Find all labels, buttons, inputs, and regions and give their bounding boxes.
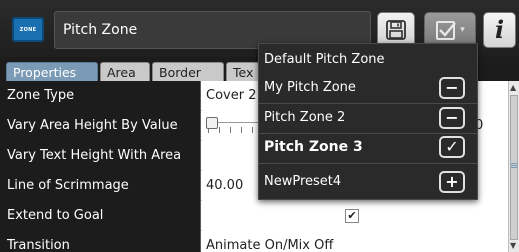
property-row-transition: Transition Animate On/Mix Off (0, 231, 508, 252)
property-label: Zone Type (0, 81, 201, 111)
remove-preset-button[interactable]: − (439, 77, 465, 99)
presets-dropdown: Default Pitch Zone My Pitch Zone − Pitch… (258, 43, 478, 200)
property-label: Vary Area Height By Value (0, 111, 201, 141)
scroll-thumb[interactable] (510, 95, 518, 240)
tab-border[interactable]: Border (152, 62, 224, 81)
preset-label: NewPreset4 (264, 174, 342, 189)
preset-label: My Pitch Zone (264, 80, 356, 95)
scroll-up-icon[interactable]: ▲ (510, 83, 516, 92)
page-title: Pitch Zone (63, 22, 138, 38)
pitch-zone-window: ZONE Pitch Zone ▾ i Properties Area Bord… (0, 0, 519, 252)
tab-text[interactable]: Tex (226, 62, 260, 81)
info-button[interactable]: i (483, 12, 516, 48)
chevron-down-icon: ▾ (460, 25, 465, 35)
slider-thumb[interactable] (206, 117, 218, 129)
preset-label: Pitch Zone 3 (264, 139, 363, 155)
extend-to-goal-checkbox[interactable]: ✔ (345, 209, 359, 223)
property-label: Line of Scrimmage (0, 171, 201, 201)
property-label: Extend to Goal (0, 201, 201, 231)
property-row-extend-to-goal: Extend to Goal ✔ (0, 201, 508, 231)
tab-area[interactable]: Area (100, 62, 150, 81)
scroll-grip-icon (511, 162, 517, 168)
add-preset-button[interactable]: + (439, 171, 465, 193)
save-floppy-icon (386, 20, 406, 40)
remove-preset-button[interactable]: − (439, 107, 465, 129)
zone-icon-label: ZONE (19, 26, 37, 33)
selected-preset-check-icon[interactable]: ✓ (439, 136, 465, 158)
info-icon: i (494, 15, 505, 44)
property-label: Vary Text Height With Area (0, 141, 201, 171)
preset-check-icon (436, 21, 457, 40)
scroll-down-icon[interactable]: ▼ (510, 241, 516, 250)
transition-select[interactable]: Animate On/Mix Off (202, 231, 508, 252)
vertical-scrollbar[interactable]: ▲ ▼ (508, 81, 519, 252)
zone-icon: ZONE (12, 17, 44, 42)
extend-to-goal-cell: ✔ (202, 201, 508, 231)
menu-divider (259, 163, 477, 164)
preset-label: Pitch Zone 2 (264, 110, 346, 125)
property-label: Transition (0, 231, 201, 252)
tab-properties[interactable]: Properties (6, 62, 98, 81)
preset-item-default[interactable]: Default Pitch Zone (259, 46, 477, 74)
